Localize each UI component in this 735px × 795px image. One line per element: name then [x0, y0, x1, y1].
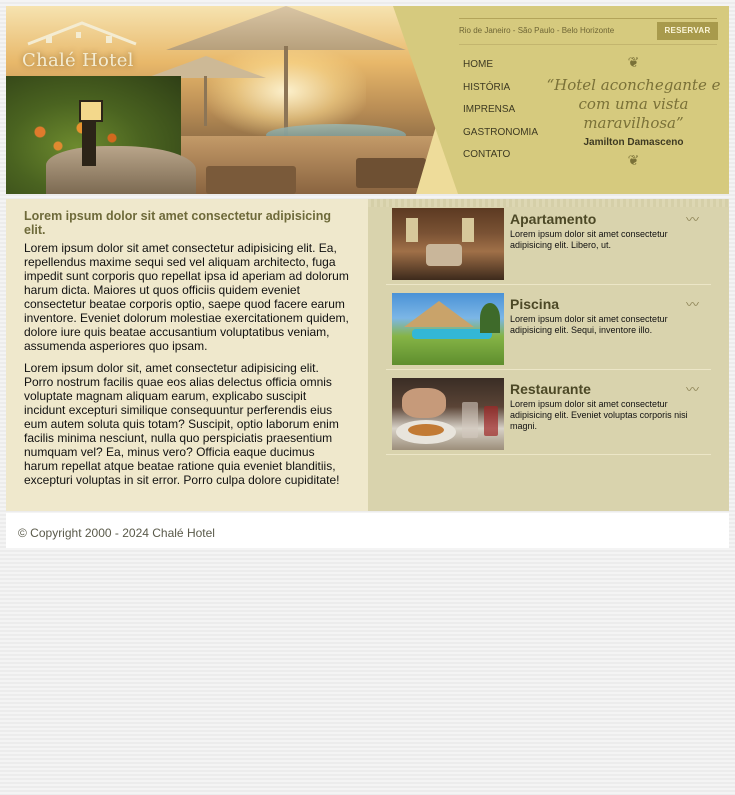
- nav-item-historia[interactable]: HISTÓRIA: [463, 82, 538, 105]
- amenity-card-apartamento[interactable]: Apartamento 〰 Lorem ipsum dolor sit amet…: [386, 199, 711, 285]
- main-content: Lorem ipsum dolor sit amet consectetur a…: [6, 199, 729, 511]
- amenity-card-restaurante[interactable]: Restaurante 〰 Lorem ipsum dolor sit amet…: [386, 369, 711, 455]
- amenity-title[interactable]: Apartamento: [510, 211, 596, 227]
- hotel-logo[interactable]: Chalé Hotel: [20, 20, 140, 80]
- house-roof-icon: [27, 21, 137, 46]
- pool-photo[interactable]: [392, 293, 504, 365]
- apartment-photo[interactable]: [392, 208, 504, 280]
- main-nav: HOME HISTÓRIA IMPRENSA GASTRONOMIA CONTA…: [463, 59, 538, 172]
- testimonial: ❦ “Hotel aconchegante e com uma vista ma…: [546, 54, 721, 168]
- article-title: Lorem ipsum dolor sit amet consectetur a…: [24, 209, 332, 237]
- amenities-sidebar: Apartamento 〰 Lorem ipsum dolor sit amet…: [368, 199, 729, 511]
- article-paragraph: Lorem ipsum dolor sit, amet consectetur …: [24, 361, 340, 487]
- header: Chalé Hotel Rio de Janeiro - São Paulo -…: [6, 6, 729, 194]
- page: Chalé Hotel Rio de Janeiro - São Paulo -…: [6, 6, 729, 548]
- reserve-button[interactable]: RESERVAR: [657, 22, 718, 40]
- article: Lorem ipsum dolor sit amet consectetur a…: [6, 199, 368, 511]
- testimonial-quote: “Hotel aconchegante e com uma vista mara…: [546, 76, 721, 132]
- flourish-top-icon: ❦: [627, 54, 640, 70]
- cities-text: Rio de Janeiro - São Paulo - Belo Horizo…: [459, 26, 615, 35]
- nav-item-home[interactable]: HOME: [463, 59, 538, 82]
- amenity-description: Lorem ipsum dolor sit amet consectetur a…: [510, 314, 668, 335]
- amenity-title[interactable]: Restaurante: [510, 381, 591, 397]
- flourish-bottom-icon: ❦: [627, 152, 640, 168]
- lamp-post: [79, 100, 103, 166]
- copyright-text: © Copyright 2000 - 2024 Chalé Hotel: [18, 526, 215, 540]
- amenity-description: Lorem ipsum dolor sit amet consectetur a…: [510, 399, 688, 431]
- nav-item-imprensa[interactable]: IMPRENSA: [463, 104, 538, 127]
- article-paragraph: Lorem ipsum dolor sit amet consectetur a…: [24, 241, 349, 353]
- testimonial-author: Jamilton Damasceno: [583, 137, 684, 148]
- restaurant-photo[interactable]: [392, 378, 504, 450]
- amenity-card-piscina[interactable]: Piscina 〰 Lorem ipsum dolor sit amet con…: [386, 284, 711, 370]
- nav-item-gastronomia[interactable]: GASTRONOMIA: [463, 127, 538, 150]
- nav-item-contato[interactable]: CONTATO: [463, 149, 538, 172]
- flourish-icon: 〰: [686, 297, 700, 312]
- flourish-icon: 〰: [686, 212, 700, 227]
- footer: © Copyright 2000 - 2024 Chalé Hotel: [6, 513, 729, 548]
- flourish-icon: 〰: [686, 382, 700, 397]
- amenity-title[interactable]: Piscina: [510, 296, 559, 312]
- amenity-description: Lorem ipsum dolor sit amet consectetur a…: [510, 229, 668, 250]
- logo-text: Chalé Hotel: [22, 50, 134, 71]
